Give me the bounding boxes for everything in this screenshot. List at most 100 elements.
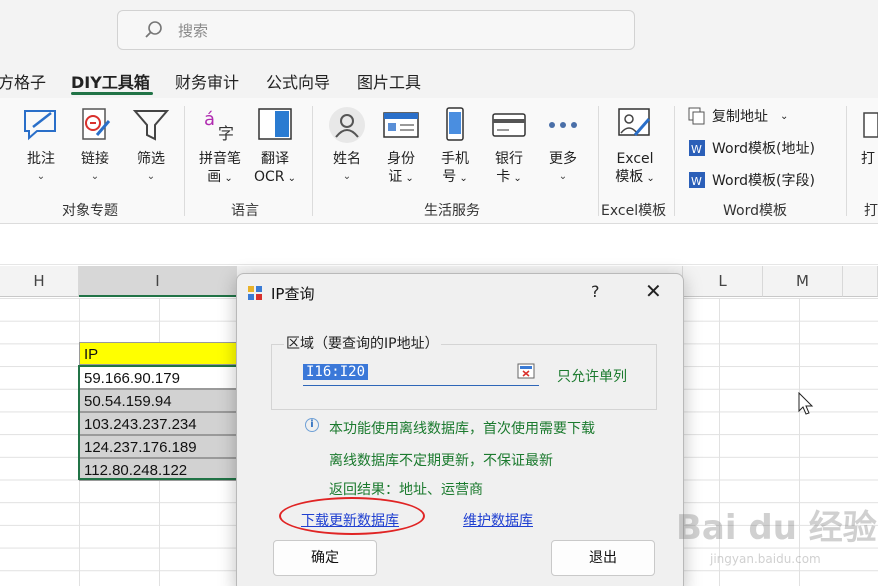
chevron-down-icon: ⌄ — [90, 171, 100, 182]
word-template-field-button[interactable]: W Word模板(字段) — [688, 170, 815, 190]
app-icon — [248, 286, 262, 300]
chevron-down-icon: ⌄ — [221, 173, 233, 184]
column-header-i[interactable]: I — [79, 266, 237, 297]
svg-text:W: W — [691, 143, 702, 156]
word-template-address-button[interactable]: W Word模板(地址) — [688, 138, 815, 158]
annotate-label: 批注 — [27, 151, 55, 167]
chevron-down-icon: ⌄ — [284, 173, 297, 184]
exit-button[interactable]: 退出 — [551, 540, 655, 576]
range-input[interactable]: I16:I20 — [303, 360, 539, 386]
copy-icon — [688, 107, 706, 125]
group-separator — [312, 106, 313, 216]
bankcard-button[interactable]: 银行 卡 ⌄ — [486, 104, 532, 188]
word-icon: W — [688, 139, 706, 157]
excel-template-label-line1: Excel — [616, 151, 654, 167]
name-label: 姓名 — [333, 151, 361, 167]
pinyin-stroke-button[interactable]: á 字 拼音笔 画 ⌄ — [194, 104, 246, 188]
search-placeholder: 搜索 — [178, 22, 209, 40]
close-icon[interactable]: ✕ — [645, 279, 662, 303]
column-header-l[interactable]: L — [683, 266, 763, 297]
search-icon — [145, 21, 162, 38]
highlight-ellipse — [279, 497, 425, 535]
name-button[interactable]: 姓名 ⌄ — [324, 104, 370, 186]
phone-icon — [434, 104, 476, 146]
search-box[interactable]: 搜索 — [117, 10, 635, 50]
group-separator — [674, 106, 675, 216]
translate-icon — [254, 104, 296, 146]
group-label-language: 语言 — [231, 203, 259, 219]
excel-template-icon — [614, 104, 656, 146]
phone-label-line1: 手机 — [441, 151, 469, 167]
phone-label-line2: 号 — [442, 169, 457, 185]
cell-ip[interactable]: 59.166.90.179 — [79, 366, 237, 389]
pinyin-label-line2: 画 — [207, 169, 222, 185]
cell-ip[interactable]: 50.54.159.94 — [79, 389, 237, 412]
copy-address-button[interactable]: 复制地址 ⌄ — [688, 106, 788, 126]
cell-ip[interactable]: 112.80.248.122 — [79, 458, 237, 481]
title-bar: 搜索 — [0, 0, 878, 62]
annotate-button[interactable]: 批注 ⌄ — [18, 104, 64, 186]
chevron-down-icon: ⌄ — [146, 171, 156, 182]
watermark-logo: Bai du 经验 — [676, 508, 877, 548]
info-note: 离线数据库不定期更新，不保证最新 — [329, 453, 553, 469]
print-button[interactable]: 打 — [858, 104, 878, 168]
column-header-m[interactable]: M — [763, 266, 843, 297]
tab-diy-toolbox[interactable]: DIY工具箱 — [71, 69, 150, 93]
bankcard-label-line2: 卡 — [496, 169, 511, 185]
info-note: 本功能使用离线数据库，首次使用需要下载 — [329, 421, 595, 437]
more-button[interactable]: 更多 ⌄ — [540, 104, 586, 186]
tab-finance-audit[interactable]: 财务审计 — [175, 69, 239, 93]
cell-ip-header[interactable]: IP — [79, 342, 237, 365]
dialog-title-bar[interactable]: IP查询 ? ✕ — [237, 274, 683, 312]
range-picker-icon[interactable] — [517, 363, 535, 379]
chevron-down-icon: ⌄ — [456, 173, 468, 184]
copy-address-label: 复制地址 — [712, 109, 768, 125]
pinyin-icon: á 字 — [199, 104, 241, 146]
group-separator — [598, 106, 599, 216]
idcard-button[interactable]: 身份 证 ⌄ — [378, 104, 424, 188]
watermark-url: jingyan.baidu.com — [710, 552, 821, 566]
tab-fanggezi[interactable]: 方格子 — [0, 69, 46, 93]
svg-text:字: 字 — [218, 124, 234, 143]
phone-button[interactable]: 手机 号 ⌄ — [432, 104, 478, 188]
more-dots-icon — [542, 104, 584, 146]
active-tab-indicator — [71, 92, 153, 95]
group-label-life-services: 生活服务 — [424, 203, 480, 219]
group-label-excel-template: Excel模板 — [601, 203, 667, 219]
column-header-h[interactable]: H — [0, 266, 79, 297]
tab-picture-tools[interactable]: 图片工具 — [357, 69, 421, 93]
range-group-label: 区域（要查询的IP地址） — [284, 333, 441, 353]
maintain-database-link[interactable]: 维护数据库 — [463, 510, 533, 530]
filter-icon — [130, 104, 172, 146]
chevron-down-icon: ⌄ — [780, 110, 789, 122]
bankcard-icon — [488, 104, 530, 146]
cell-ip[interactable]: 103.243.237.234 — [79, 412, 237, 435]
mouse-cursor-icon — [798, 392, 814, 415]
ok-button[interactable]: 确定 — [273, 540, 377, 576]
help-icon[interactable]: ? — [591, 282, 600, 301]
print-icon — [858, 104, 878, 146]
link-button[interactable]: 链接 ⌄ — [72, 104, 118, 186]
column-header-n[interactable] — [843, 266, 878, 297]
filter-label: 筛选 — [137, 151, 165, 167]
excel-template-button[interactable]: Excel 模板 ⌄ — [608, 104, 662, 188]
group-label-objects: 对象专题 — [62, 203, 118, 219]
chevron-down-icon: ⌄ — [36, 171, 46, 182]
chevron-down-icon: ⌄ — [402, 173, 414, 184]
svg-text:á: á — [204, 109, 215, 130]
cell-ip[interactable]: 124.237.176.189 — [79, 435, 237, 458]
info-icon: i — [305, 418, 319, 432]
tab-formula-wizard[interactable]: 公式向导 — [266, 69, 330, 93]
excel-template-label-line2: 模板 — [615, 169, 644, 185]
filter-button[interactable]: 筛选 ⌄ — [128, 104, 174, 186]
idcard-icon — [380, 104, 422, 146]
info-note: 返回结果：地址、运营商 — [329, 482, 483, 498]
bankcard-label-line1: 银行 — [495, 151, 523, 167]
print-label: 打 — [861, 151, 875, 167]
word-icon: W — [688, 171, 706, 189]
translate-ocr-button[interactable]: 翻译 OCR ⌄ — [250, 104, 300, 188]
translate-label-line2: OCR — [253, 169, 285, 185]
baidu-watermark: Bai du 经验 jingyan.baidu.com — [668, 500, 877, 580]
chevron-down-icon: ⌄ — [643, 173, 655, 184]
range-value: I16:I20 — [303, 364, 369, 380]
